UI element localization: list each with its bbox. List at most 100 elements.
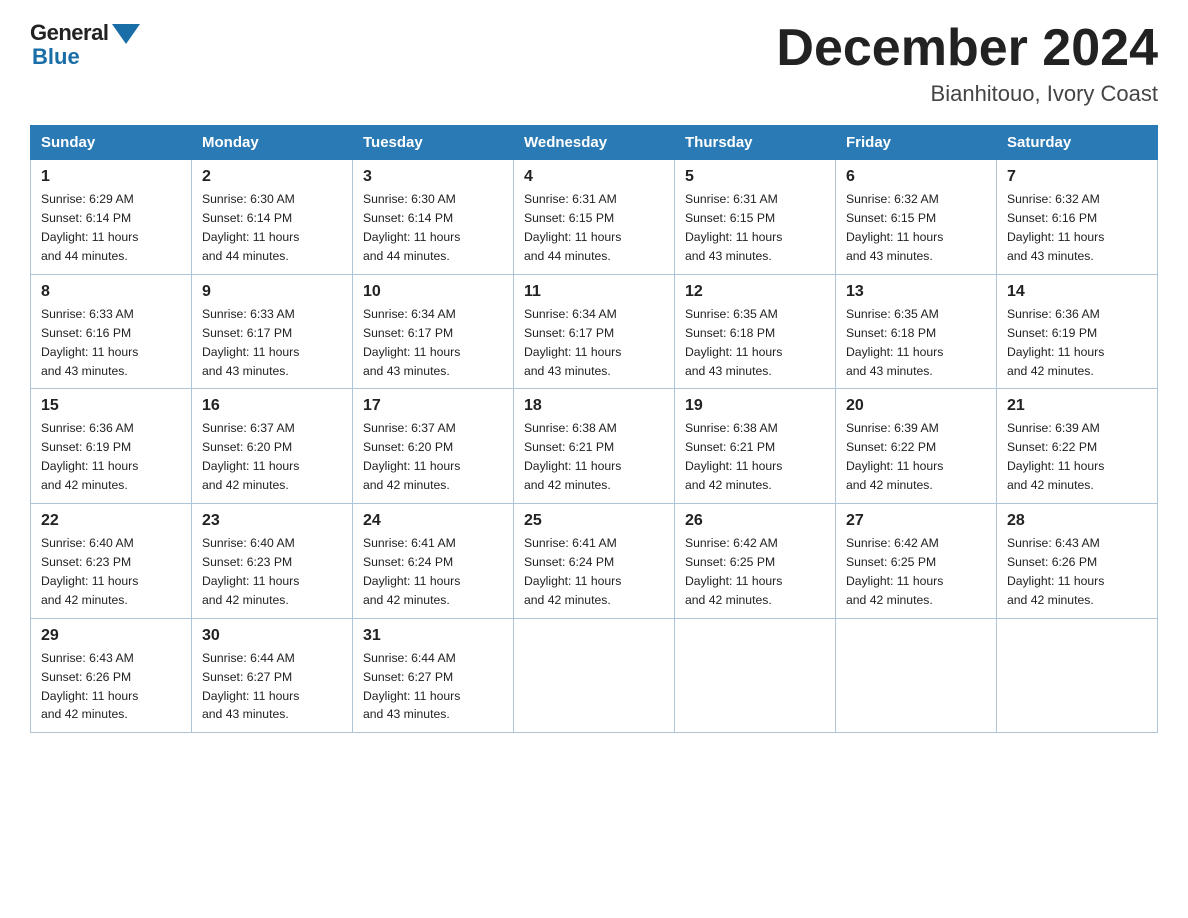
day-info: Sunrise: 6:34 AMSunset: 6:17 PMDaylight:…: [363, 305, 503, 381]
week-row-3: 15 Sunrise: 6:36 AMSunset: 6:19 PMDayligh…: [31, 389, 1158, 504]
day-cell: 19 Sunrise: 6:38 AMSunset: 6:21 PMDayligh…: [675, 389, 836, 504]
day-number: 8: [41, 283, 181, 301]
day-cell: 16 Sunrise: 6:37 AMSunset: 6:20 PMDayligh…: [192, 389, 353, 504]
day-number: 28: [1007, 512, 1147, 530]
day-cell: 12Sunrise: 6:35 AMSunset: 6:18 PMDayligh…: [675, 274, 836, 389]
day-info: Sunrise: 6:35 AMSunset: 6:18 PMDaylight:…: [846, 305, 986, 381]
day-cell: 15 Sunrise: 6:36 AMSunset: 6:19 PMDayligh…: [31, 389, 192, 504]
day-info: Sunrise: 6:41 AMSunset: 6:24 PMDaylight:…: [363, 534, 503, 610]
day-info: Sunrise: 6:29 AMSunset: 6:14 PMDaylight:…: [41, 190, 181, 266]
day-info: Sunrise: 6:40 AMSunset: 6:23 PMDaylight:…: [202, 534, 342, 610]
day-info: Sunrise: 6:34 AMSunset: 6:17 PMDaylight:…: [524, 305, 664, 381]
day-number: 4: [524, 168, 664, 186]
day-cell: 11 Sunrise: 6:34 AMSunset: 6:17 PMDayligh…: [514, 274, 675, 389]
day-cell: 1 Sunrise: 6:29 AMSunset: 6:14 PMDaylight…: [31, 160, 192, 275]
day-number: 5: [685, 168, 825, 186]
day-cell: [514, 618, 675, 733]
day-number: 19: [685, 397, 825, 415]
day-cell: 22Sunrise: 6:40 AMSunset: 6:23 PMDayligh…: [31, 504, 192, 619]
day-number: 18: [524, 397, 664, 415]
day-cell: 4Sunrise: 6:31 AMSunset: 6:15 PMDaylight…: [514, 160, 675, 275]
day-info: Sunrise: 6:42 AMSunset: 6:25 PMDaylight:…: [685, 534, 825, 610]
day-number: 11: [524, 283, 664, 301]
day-info: Sunrise: 6:31 AMSunset: 6:15 PMDaylight:…: [685, 190, 825, 266]
day-cell: 25 Sunrise: 6:41 AMSunset: 6:24 PMDayligh…: [514, 504, 675, 619]
header-wednesday: Wednesday: [514, 126, 675, 160]
day-number: 31: [363, 627, 503, 645]
title-block: December 2024 Bianhitouo, Ivory Coast: [776, 20, 1158, 107]
day-number: 14: [1007, 283, 1147, 301]
day-cell: 31Sunrise: 6:44 AMSunset: 6:27 PMDayligh…: [353, 618, 514, 733]
day-number: 16: [202, 397, 342, 415]
day-info: Sunrise: 6:38 AMSunset: 6:21 PMDaylight:…: [524, 419, 664, 495]
day-number: 7: [1007, 168, 1147, 186]
day-cell: 5 Sunrise: 6:31 AMSunset: 6:15 PMDaylight…: [675, 160, 836, 275]
month-title: December 2024: [776, 20, 1158, 77]
day-cell: 17 Sunrise: 6:37 AMSunset: 6:20 PMDayligh…: [353, 389, 514, 504]
day-number: 21: [1007, 397, 1147, 415]
day-info: Sunrise: 6:32 AMSunset: 6:16 PMDaylight:…: [1007, 190, 1147, 266]
day-info: Sunrise: 6:41 AMSunset: 6:24 PMDaylight:…: [524, 534, 664, 610]
day-number: 26: [685, 512, 825, 530]
calendar-header-row: SundayMondayTuesdayWednesdayThursdayFrid…: [31, 126, 1158, 160]
week-row-1: 1 Sunrise: 6:29 AMSunset: 6:14 PMDaylight…: [31, 160, 1158, 275]
day-cell: 7 Sunrise: 6:32 AMSunset: 6:16 PMDaylight…: [997, 160, 1158, 275]
day-info: Sunrise: 6:42 AMSunset: 6:25 PMDaylight:…: [846, 534, 986, 610]
day-number: 30: [202, 627, 342, 645]
day-info: Sunrise: 6:43 AMSunset: 6:26 PMDaylight:…: [1007, 534, 1147, 610]
header-tuesday: Tuesday: [353, 126, 514, 160]
header-thursday: Thursday: [675, 126, 836, 160]
day-cell: 18 Sunrise: 6:38 AMSunset: 6:21 PMDayligh…: [514, 389, 675, 504]
day-cell: 14 Sunrise: 6:36 AMSunset: 6:19 PMDayligh…: [997, 274, 1158, 389]
day-number: 2: [202, 168, 342, 186]
day-cell: 30 Sunrise: 6:44 AMSunset: 6:27 PMDayligh…: [192, 618, 353, 733]
header-monday: Monday: [192, 126, 353, 160]
day-cell: 8Sunrise: 6:33 AMSunset: 6:16 PMDaylight…: [31, 274, 192, 389]
day-cell: [675, 618, 836, 733]
day-number: 25: [524, 512, 664, 530]
day-info: Sunrise: 6:39 AMSunset: 6:22 PMDaylight:…: [846, 419, 986, 495]
day-number: 15: [41, 397, 181, 415]
day-cell: 13 Sunrise: 6:35 AMSunset: 6:18 PMDayligh…: [836, 274, 997, 389]
day-cell: 9Sunrise: 6:33 AMSunset: 6:17 PMDaylight…: [192, 274, 353, 389]
day-info: Sunrise: 6:38 AMSunset: 6:21 PMDaylight:…: [685, 419, 825, 495]
day-info: Sunrise: 6:37 AMSunset: 6:20 PMDaylight:…: [202, 419, 342, 495]
day-cell: 27Sunrise: 6:42 AMSunset: 6:25 PMDayligh…: [836, 504, 997, 619]
header-friday: Friday: [836, 126, 997, 160]
day-cell: 23 Sunrise: 6:40 AMSunset: 6:23 PMDayligh…: [192, 504, 353, 619]
day-cell: [836, 618, 997, 733]
day-cell: [997, 618, 1158, 733]
day-number: 23: [202, 512, 342, 530]
day-cell: 26 Sunrise: 6:42 AMSunset: 6:25 PMDayligh…: [675, 504, 836, 619]
day-cell: 29Sunrise: 6:43 AMSunset: 6:26 PMDayligh…: [31, 618, 192, 733]
day-number: 6: [846, 168, 986, 186]
day-info: Sunrise: 6:30 AMSunset: 6:14 PMDaylight:…: [202, 190, 342, 266]
day-number: 24: [363, 512, 503, 530]
location-text: Bianhitouo, Ivory Coast: [776, 81, 1158, 107]
day-info: Sunrise: 6:37 AMSunset: 6:20 PMDaylight:…: [363, 419, 503, 495]
day-info: Sunrise: 6:44 AMSunset: 6:27 PMDaylight:…: [202, 649, 342, 725]
week-row-2: 8Sunrise: 6:33 AMSunset: 6:16 PMDaylight…: [31, 274, 1158, 389]
day-number: 9: [202, 283, 342, 301]
day-info: Sunrise: 6:30 AMSunset: 6:14 PMDaylight:…: [363, 190, 503, 266]
day-number: 13: [846, 283, 986, 301]
logo: General Blue: [30, 20, 140, 70]
day-cell: 10Sunrise: 6:34 AMSunset: 6:17 PMDayligh…: [353, 274, 514, 389]
header-sunday: Sunday: [31, 126, 192, 160]
day-number: 3: [363, 168, 503, 186]
day-cell: 3 Sunrise: 6:30 AMSunset: 6:14 PMDaylight…: [353, 160, 514, 275]
week-row-4: 22Sunrise: 6:40 AMSunset: 6:23 PMDayligh…: [31, 504, 1158, 619]
week-row-5: 29Sunrise: 6:43 AMSunset: 6:26 PMDayligh…: [31, 618, 1158, 733]
day-info: Sunrise: 6:36 AMSunset: 6:19 PMDaylight:…: [41, 419, 181, 495]
day-cell: 28 Sunrise: 6:43 AMSunset: 6:26 PMDayligh…: [997, 504, 1158, 619]
day-number: 17: [363, 397, 503, 415]
day-number: 1: [41, 168, 181, 186]
day-info: Sunrise: 6:32 AMSunset: 6:15 PMDaylight:…: [846, 190, 986, 266]
logo-general-text: General: [30, 20, 108, 46]
day-info: Sunrise: 6:39 AMSunset: 6:22 PMDaylight:…: [1007, 419, 1147, 495]
day-cell: 20Sunrise: 6:39 AMSunset: 6:22 PMDayligh…: [836, 389, 997, 504]
day-number: 12: [685, 283, 825, 301]
day-info: Sunrise: 6:40 AMSunset: 6:23 PMDaylight:…: [41, 534, 181, 610]
logo-blue-text: Blue: [32, 44, 80, 70]
day-info: Sunrise: 6:36 AMSunset: 6:19 PMDaylight:…: [1007, 305, 1147, 381]
